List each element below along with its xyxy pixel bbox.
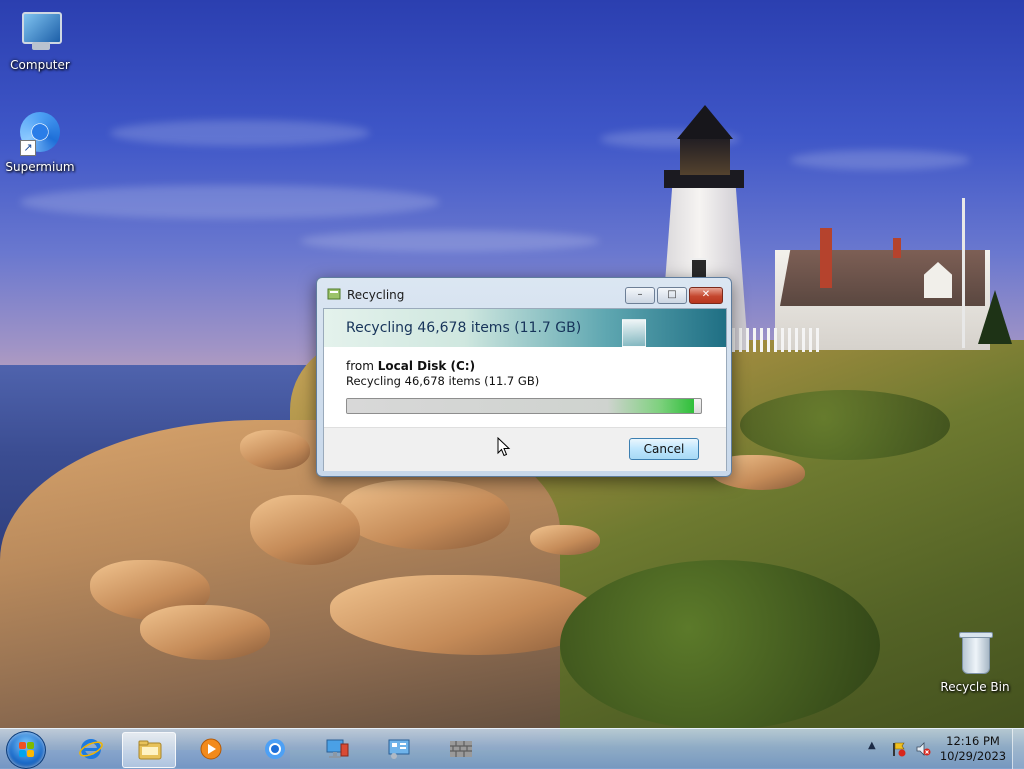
from-prefix: from xyxy=(346,359,378,373)
taskbar-supermium[interactable] xyxy=(248,732,300,766)
taskbar: ▲ 12:16 PM 10/29/2023 xyxy=(0,728,1024,769)
taskbar-control-panel[interactable] xyxy=(372,732,424,766)
control-panel-icon xyxy=(388,739,410,759)
taskbar-network[interactable] xyxy=(310,732,362,766)
network-icon xyxy=(326,739,349,758)
desktop-icon-label: Computer xyxy=(10,58,70,72)
progress-bar-fill xyxy=(347,399,694,413)
show-desktop-button[interactable] xyxy=(1012,729,1024,769)
dialog-banner: Recycling 46,678 items (11.7 GB) xyxy=(324,309,726,347)
cancel-button[interactable]: Cancel xyxy=(629,438,699,460)
desktop-icon-recycle-bin[interactable]: Recycle Bin xyxy=(937,630,1013,694)
start-button[interactable] xyxy=(6,731,46,769)
desktop-icon-label: Recycle Bin xyxy=(940,680,1010,694)
recycle-bin-icon xyxy=(951,630,999,678)
windows-logo-icon xyxy=(19,742,35,758)
supermium-icon: ↗ xyxy=(16,110,64,158)
source-location: Local Disk (C:) xyxy=(377,359,476,373)
clock-time: 12:16 PM xyxy=(946,734,1000,748)
desktop-icon-computer[interactable]: Computer xyxy=(2,8,78,72)
clock-date: 10/29/2023 xyxy=(939,749,1007,763)
desktop-icon-supermium[interactable]: ↗ Supermium xyxy=(2,110,78,174)
taskbar-internet-explorer[interactable] xyxy=(64,732,116,766)
volume-muted-icon[interactable] xyxy=(915,741,931,757)
show-hidden-icons-button[interactable]: ▲ xyxy=(868,740,876,751)
progress-bar xyxy=(346,398,702,414)
folder-icon xyxy=(138,740,162,760)
dialog-content: Recycling 46,678 items (11.7 GB) from Lo… xyxy=(323,308,727,471)
shortcut-arrow-icon: ↗ xyxy=(20,140,36,156)
recycling-dialog: Recycling – □ ✕ Recycling 46,678 items (… xyxy=(316,277,732,477)
computer-icon xyxy=(16,8,64,56)
dialog-title: Recycling xyxy=(347,288,405,302)
recycle-dialog-icon xyxy=(327,288,341,300)
maximize-button[interactable]: □ xyxy=(657,287,687,304)
dialog-titlebar[interactable]: Recycling – □ ✕ xyxy=(317,278,731,308)
close-button[interactable]: ✕ xyxy=(689,287,723,304)
desktop-icon-label: Supermium xyxy=(5,160,75,174)
ie-icon xyxy=(79,739,103,759)
firewall-icon xyxy=(450,741,472,757)
operation-detail: Recycling 46,678 items (11.7 GB) xyxy=(346,374,540,388)
supermium-icon xyxy=(265,739,285,759)
action-center-flag-icon[interactable] xyxy=(890,741,906,757)
taskbar-windows-explorer[interactable] xyxy=(122,732,176,768)
banner-glass-graphic xyxy=(622,319,646,347)
taskbar-windows-media-player[interactable] xyxy=(184,732,236,766)
system-clock[interactable]: 12:16 PM 10/29/2023 xyxy=(938,734,1008,764)
media-player-icon xyxy=(200,738,222,760)
source-location-line: from Local Disk (C:) xyxy=(346,359,475,373)
banner-heading: Recycling 46,678 items (11.7 GB) xyxy=(346,320,582,336)
taskbar-windows-firewall[interactable] xyxy=(434,732,486,766)
mouse-cursor-icon xyxy=(497,437,511,457)
dialog-footer: Cancel xyxy=(324,427,726,471)
minimize-button[interactable]: – xyxy=(625,287,655,304)
